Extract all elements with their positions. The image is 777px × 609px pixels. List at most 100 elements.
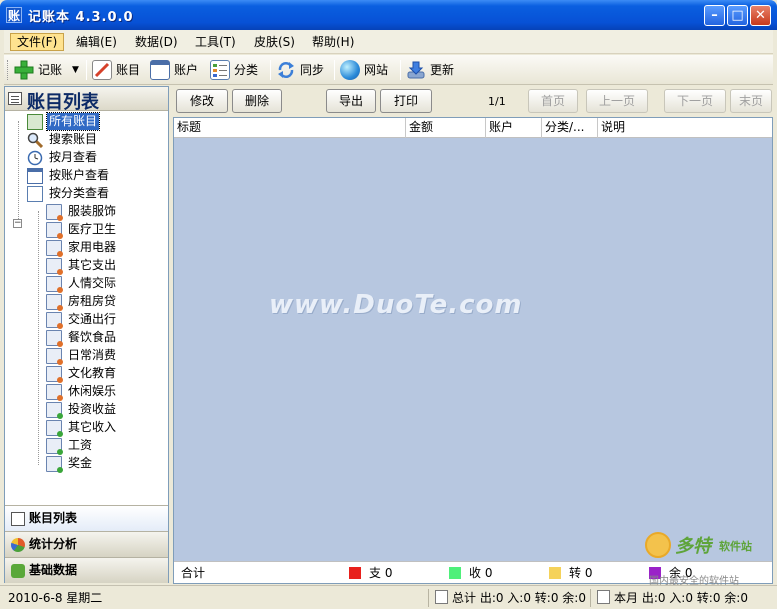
category-list-icon — [210, 60, 230, 80]
records-grid[interactable]: 标题 金额 账户 分类/... 说明 www.DuoTe.com 合计 支 0 … — [173, 117, 773, 584]
expense-category-icon — [46, 330, 63, 347]
expense-category-icon — [46, 384, 63, 401]
tree-item-label: 按分类查看 — [49, 186, 110, 200]
nav-label: 账目列表 — [29, 511, 78, 525]
menu-skin[interactable]: 皮肤(S) — [248, 33, 301, 51]
status-bar: 2010-6-8 星期二 总计 出:0 入:0 转:0 余:0 本月 出:0 入… — [0, 585, 777, 609]
nav-label: 基础数据 — [29, 563, 78, 577]
tree-item-label: 工资 — [68, 438, 93, 452]
total-sheet-icon — [435, 590, 448, 604]
tree-item-label: 交通出行 — [68, 312, 117, 326]
menu-edit[interactable]: 编辑(E) — [70, 33, 123, 51]
website-label: 网站 — [364, 63, 389, 77]
tree-item-label: 日常消费 — [68, 348, 117, 362]
corner-branding: 多特 软件站 国内最安全的软件站 — [645, 532, 775, 587]
grid-header: 标题 金额 账户 分类/... 说明 — [174, 118, 772, 138]
window-title: 记账本 4.3.0.0 — [28, 10, 134, 25]
column-header-title[interactable]: 标题 — [174, 118, 406, 138]
income-category-icon — [46, 420, 63, 437]
app-icon: 账 — [6, 7, 22, 23]
clock-icon — [27, 150, 43, 166]
column-header-amount[interactable]: 金额 — [406, 118, 486, 138]
menu-data[interactable]: 数据(D) — [129, 33, 184, 51]
expense-category-icon — [46, 204, 63, 221]
title-bar: 账 记账本 4.3.0.0 – □ ✕ — [0, 0, 777, 30]
pie-chart-icon — [11, 538, 25, 552]
toolbar: 记账 ▼ 账目 账户 分类 同步 网站 更新 — [4, 55, 773, 85]
list-icon — [8, 92, 22, 105]
income-category-icon — [46, 402, 63, 419]
toolbar-grip[interactable] — [7, 60, 10, 80]
record-button[interactable]: 记账 ▼ — [14, 57, 80, 83]
expense-category-icon — [46, 258, 63, 275]
month-sheet-icon — [597, 590, 610, 604]
account-window-icon — [150, 60, 170, 80]
tree-item-label: 餐饮食品 — [68, 330, 117, 344]
toolbar-separator — [270, 60, 271, 80]
close-button[interactable]: ✕ — [750, 5, 771, 26]
tree-item-label: 医疗卫生 — [68, 222, 117, 236]
status-month: 本月 出:0 入:0 转:0 余:0 — [614, 591, 748, 605]
next-page-button[interactable]: 下一页 — [664, 89, 726, 113]
download-icon — [406, 60, 426, 80]
category-label: 分类 — [234, 63, 259, 77]
export-button[interactable]: 导出 — [326, 89, 376, 113]
expense-category-icon — [46, 312, 63, 329]
status-separator — [590, 589, 591, 607]
accounts-book-button[interactable]: 账目 — [92, 57, 144, 83]
left-panel-header: 账目列表 — [5, 87, 168, 113]
menu-tools[interactable]: 工具(T) — [189, 33, 242, 51]
update-button[interactable]: 更新 — [406, 57, 462, 83]
tree-item-label: 奖金 — [68, 456, 93, 470]
tree-line — [38, 211, 39, 465]
tree-item-label: 按账户查看 — [49, 168, 110, 182]
transfer-swatch — [549, 567, 561, 579]
menu-help[interactable]: 帮助(H) — [306, 33, 360, 51]
tree-line — [18, 121, 19, 219]
sync-button[interactable]: 同步 — [276, 57, 330, 83]
toolbar-separator — [334, 60, 335, 80]
list-icon — [11, 512, 25, 526]
status-separator — [428, 589, 429, 607]
delete-button[interactable]: 删除 — [232, 89, 282, 113]
maximize-button[interactable]: □ — [727, 5, 748, 26]
nav-label: 统计分析 — [29, 537, 78, 551]
tree-item-label: 房租房贷 — [68, 294, 117, 308]
tree-item-label: 所有账目 — [45, 112, 101, 131]
nav-statistics[interactable]: 统计分析 — [5, 531, 168, 557]
income-category-icon — [46, 438, 63, 455]
menu-file[interactable]: 文件(F) — [10, 33, 65, 51]
first-page-button[interactable]: 首页 — [528, 89, 578, 113]
brand-name: 多特 — [675, 536, 711, 557]
left-panel: 账目列表 所有账目 搜索账目 按月查看 按账户查看 − 按分类查看 服装服饰 医… — [4, 86, 169, 583]
nav-account-list[interactable]: 账目列表 — [5, 505, 168, 531]
category-button[interactable]: 分类 — [210, 57, 268, 83]
update-label: 更新 — [430, 63, 455, 77]
collapse-toggle[interactable]: − — [13, 219, 22, 228]
expense-category-icon — [46, 294, 63, 311]
edit-button[interactable]: 修改 — [176, 89, 228, 113]
tree-item-label: 投资收益 — [68, 402, 117, 416]
nav-basic-data[interactable]: 基础数据 — [5, 557, 168, 583]
record-label: 记账 — [38, 63, 63, 77]
income-swatch — [449, 567, 461, 579]
status-date: 2010-6-8 星期二 — [8, 591, 103, 605]
last-page-button[interactable]: 末页 — [730, 89, 772, 113]
print-button[interactable]: 打印 — [380, 89, 432, 113]
column-header-category[interactable]: 分类/... — [542, 118, 598, 138]
column-header-account[interactable]: 账户 — [486, 118, 542, 138]
website-button[interactable]: 网站 — [340, 57, 396, 83]
expense-total: 支 0 — [369, 566, 393, 580]
dropdown-arrow-icon[interactable]: ▼ — [72, 57, 79, 83]
tree-item-label: 文化教育 — [68, 366, 117, 380]
column-header-note[interactable]: 说明 — [598, 118, 772, 138]
prev-page-button[interactable]: 上一页 — [586, 89, 648, 113]
add-icon — [14, 60, 34, 80]
minimize-button[interactable]: – — [704, 5, 725, 26]
account-label: 账户 — [174, 63, 199, 77]
tree-item-label: 其它收入 — [68, 420, 117, 434]
expense-category-icon — [46, 348, 63, 365]
puzzle-icon — [11, 564, 25, 578]
account-button[interactable]: 账户 — [150, 57, 204, 83]
expense-category-icon — [46, 366, 63, 383]
